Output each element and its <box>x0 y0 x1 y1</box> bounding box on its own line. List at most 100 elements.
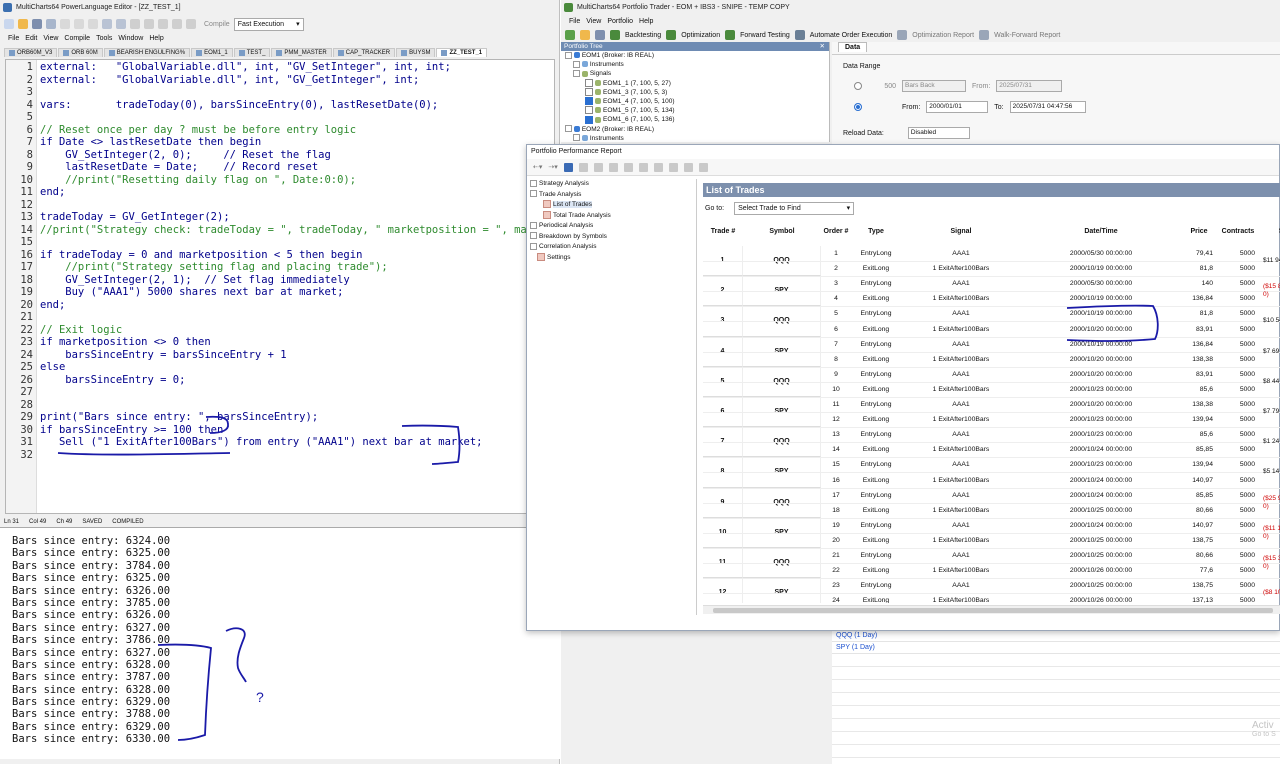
table-row[interactable]: 13 EntryLong AAA1 2000/10/23 00:00:00 85,6 50… <box>703 427 1280 444</box>
table-row[interactable]: 20 ExitLong 1 ExitAfter100Bars 2000/10/25 0… <box>703 533 1280 549</box>
compile-button[interactable]: Compile <box>204 21 230 28</box>
split-vertical-icon[interactable] <box>172 19 182 29</box>
table-row[interactable]: 17 EntryLong AAA1 2000/10/24 00:00:00 85,85 5… <box>703 488 1280 504</box>
trader-toolbar-button[interactable]: Optimization Report <box>912 32 974 39</box>
editor-tab[interactable]: ORB60M_V3 <box>4 48 58 57</box>
date-range-radio[interactable] <box>854 103 862 111</box>
goto-trade-select[interactable]: Select Trade to Find ▾ <box>734 202 855 215</box>
tree-portfolio-eom2[interactable]: EOM2 (Broker: IB REAL) <box>561 125 829 134</box>
tree-portfolio-eom1[interactable]: EOM1 (Broker: IB REAL) <box>561 51 829 60</box>
table-row[interactable]: 23 EntryLong AAA1 2000/10/25 00:00:00 138,75… <box>703 578 1280 595</box>
export-icon[interactable] <box>578 162 588 172</box>
code-editor[interactable]: 1 external: "GlobalVariable.dll", int, "G… <box>5 59 555 514</box>
tree-signal-item[interactable]: EOM1_5 (7, 100, 5, 134) <box>561 106 829 115</box>
table-row[interactable]: 5 EntryLong AAA1 2000/10/19 00:00:00 81,8 500… <box>703 306 1280 323</box>
signal-checkbox[interactable] <box>585 88 593 97</box>
to-date-field[interactable]: 2025/07/31 04:47:56 <box>1009 101 1086 113</box>
column-header[interactable]: Order # <box>821 221 851 243</box>
nav-periodical-analysis[interactable]: Periodical Analysis <box>527 221 696 232</box>
reload-data-select[interactable]: Disabled <box>907 127 970 139</box>
signal-checkbox[interactable] <box>585 97 593 106</box>
table-row[interactable]: 2 ExitLong 1 ExitAfter100Bars 2000/10/19 00… <box>703 261 1280 278</box>
zoom-in-icon[interactable] <box>653 162 663 172</box>
from-date-disabled[interactable]: 2025/07/31 <box>996 80 1063 92</box>
nav-correlation-analysis[interactable]: Correlation Analysis <box>527 242 696 253</box>
table-row[interactable]: 19 EntryLong AAA1 2000/10/24 00:00:00 140,97… <box>703 518 1280 534</box>
tree-instruments-2[interactable]: Instruments <box>561 134 829 143</box>
table-row[interactable]: 3 EntryLong AAA1 2000/05/30 00:00:00 140 5000 <box>703 276 1280 293</box>
bars-back-unit[interactable]: Bars Back <box>902 80 966 92</box>
tree-instruments[interactable]: Instruments <box>561 60 829 69</box>
table-row[interactable]: 6 ExitLong 1 ExitAfter100Bars 2000/10/20 00… <box>703 322 1280 338</box>
editor-tab[interactable]: BEARISH ENGULFING% <box>103 48 191 57</box>
signal-checkbox[interactable] <box>585 78 593 87</box>
editor-tab[interactable]: CAP_TRACKER <box>332 48 396 57</box>
editor-menu-item[interactable]: Help <box>149 35 163 42</box>
editor-menu-item[interactable]: Tools <box>96 35 112 42</box>
table-row[interactable]: 10 ExitLong 1 ExitAfter100Bars 2000/10/23 0… <box>703 382 1280 398</box>
from-date-field[interactable]: 2000/01/01 <box>926 101 989 113</box>
collapse-icon[interactable] <box>573 70 580 78</box>
collapse-icon[interactable] <box>565 51 572 59</box>
tree-signals[interactable]: Signals <box>561 69 829 78</box>
nav-breakdown-by-symbols[interactable]: Breakdown by Symbols <box>527 232 696 243</box>
trader-toolbar-button[interactable]: Walk-Forward Report <box>994 32 1060 39</box>
editor-tab[interactable]: ORB 60M <box>58 48 103 57</box>
column-header[interactable]: Date/Time <box>1021 221 1181 243</box>
pin-icon[interactable]: ✕ <box>820 42 825 51</box>
expand-icon[interactable] <box>530 232 537 240</box>
table-row[interactable]: 11 EntryLong AAA1 2000/10/20 00:00:00 138,38… <box>703 397 1280 414</box>
expand-icon[interactable] <box>573 134 580 142</box>
zoom-fit-icon[interactable] <box>683 162 693 172</box>
hand-icon[interactable] <box>638 162 648 172</box>
nav-total-trade-analysis[interactable]: Total Trade Analysis <box>527 210 696 222</box>
editor-menu-item[interactable]: File <box>8 35 19 42</box>
undo-icon[interactable] <box>102 19 112 29</box>
table-row[interactable]: 24 ExitLong 1 ExitAfter100Bars 2000/10/26 0… <box>703 593 1280 603</box>
add-portfolio-icon[interactable] <box>565 30 575 40</box>
signal-checkbox[interactable] <box>585 106 593 115</box>
signal-checkbox[interactable] <box>585 115 593 124</box>
trader-menu-item[interactable]: File <box>569 18 580 25</box>
table-row[interactable]: 8 ExitLong 1 ExitAfter100Bars 2000/10/20 00… <box>703 352 1280 368</box>
save-report-icon[interactable] <box>563 162 573 172</box>
tree-signal-item[interactable]: EOM1_1 (7, 100, 5, 27) <box>561 78 829 88</box>
open-folder-icon[interactable] <box>580 30 590 40</box>
nav-strategy-analysis[interactable]: Strategy Analysis <box>527 179 696 190</box>
editor-tab[interactable]: TEST_ <box>233 48 271 57</box>
column-header[interactable]: Contracts <box>1217 221 1259 243</box>
find-icon[interactable] <box>130 19 140 29</box>
back-icon[interactable]: ⇠▾ <box>533 163 542 171</box>
editor-menu-item[interactable]: Window <box>118 35 143 42</box>
instrument-row[interactable]: SPY (1 Day) <box>832 642 1280 654</box>
save-icon[interactable] <box>595 30 605 40</box>
select-icon[interactable] <box>623 162 633 172</box>
cut-icon[interactable] <box>60 19 70 29</box>
editor-tab[interactable]: EOM1_1 <box>191 48 233 57</box>
trader-menu-item[interactable]: Portfolio <box>607 18 633 25</box>
table-row[interactable]: 21 EntryLong AAA1 2000/10/25 00:00:00 80,66 5… <box>703 548 1280 565</box>
tab-data[interactable]: Data <box>838 42 868 52</box>
editor-tab[interactable]: BUYSM <box>396 48 436 57</box>
column-header[interactable]: Symbol <box>743 221 821 243</box>
table-row[interactable]: 14 ExitLong 1 ExitAfter100Bars 2000/10/24 0… <box>703 442 1280 459</box>
compile-icon[interactable] <box>186 19 196 29</box>
editor-menu-item[interactable]: Edit <box>25 35 37 42</box>
table-row[interactable]: 7 EntryLong AAA1 2000/10/19 00:00:00 136,84 5… <box>703 337 1280 353</box>
copy-icon[interactable] <box>74 19 84 29</box>
tree-signal-item[interactable]: EOM1_6 (7, 100, 5, 136) <box>561 115 829 124</box>
expand-icon[interactable] <box>530 221 537 229</box>
tree-signal-item[interactable]: EOM1_4 (7, 100, 5, 100) <box>561 97 829 106</box>
bars-back-radio[interactable] <box>854 82 862 90</box>
redo-icon[interactable] <box>116 19 126 29</box>
trader-toolbar-button[interactable]: Automate Order Execution <box>810 32 893 39</box>
editor-menu-item[interactable]: Compile <box>64 35 90 42</box>
trader-menu-item[interactable]: Help <box>639 18 653 25</box>
table-row[interactable]: 18 ExitLong 1 ExitAfter100Bars 2000/10/25 0… <box>703 503 1280 519</box>
column-header[interactable]: Trade # <box>703 221 743 243</box>
table-horizontal-scrollbar[interactable] <box>703 605 1280 614</box>
new-file-icon[interactable] <box>4 19 14 29</box>
table-row[interactable]: 15 EntryLong AAA1 2000/10/23 00:00:00 139,94… <box>703 457 1280 474</box>
trader-toolbar-button[interactable]: Optimization <box>681 32 720 39</box>
zoom-out-icon[interactable] <box>668 162 678 172</box>
